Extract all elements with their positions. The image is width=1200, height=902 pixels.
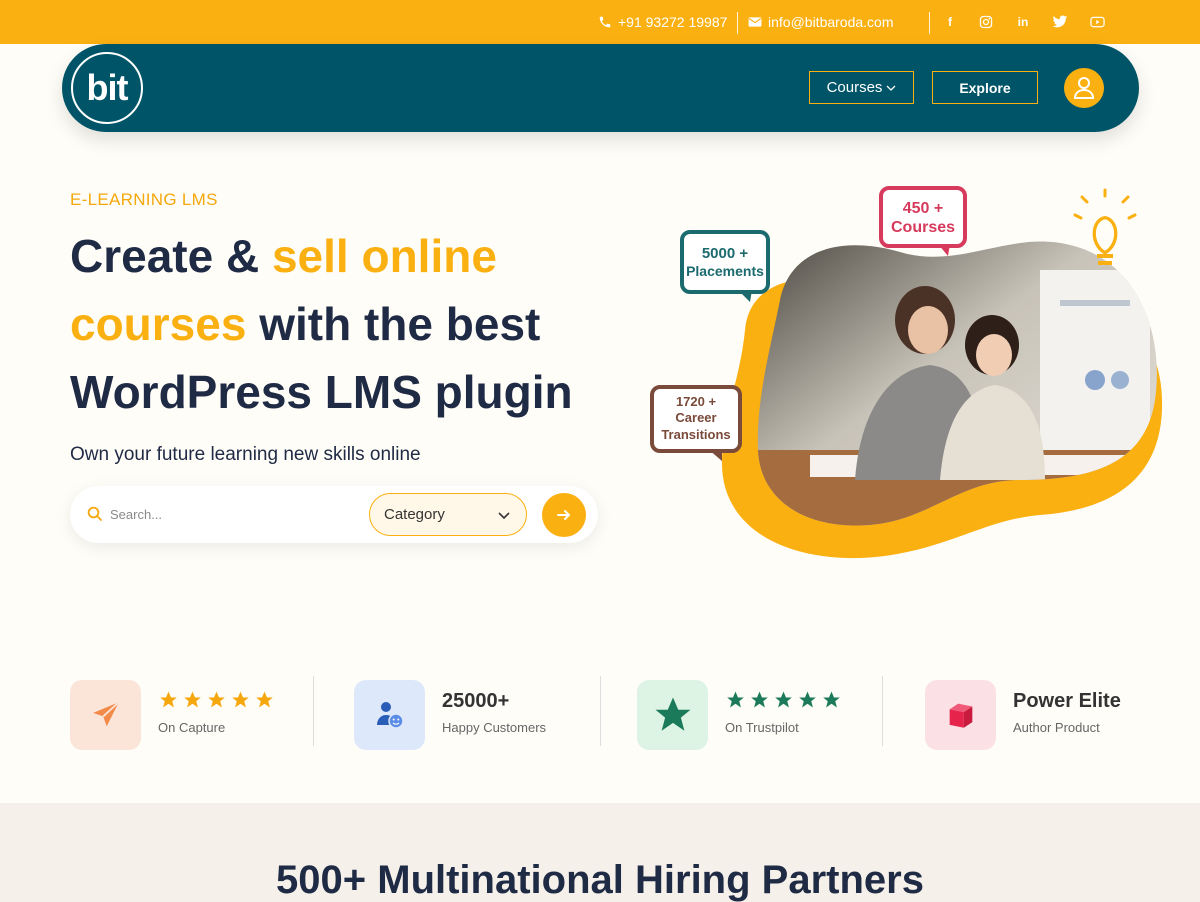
mail-icon: [748, 17, 762, 27]
stat-title: Power Elite: [1013, 690, 1121, 712]
chevron-down-icon: [886, 85, 896, 91]
logo-text: bit: [86, 67, 129, 108]
partners-title: 500+ Multinational Hiring Partners: [276, 858, 924, 902]
explore-label: Explore: [959, 79, 1011, 96]
star-icon: [799, 691, 816, 708]
user-account-button[interactable]: [1064, 68, 1104, 108]
star-icon: [727, 691, 744, 708]
phone-text: +91 93272 19987: [618, 14, 728, 30]
courses-label: Courses: [891, 219, 955, 236]
bit-logo[interactable]: bit: [71, 52, 143, 124]
star-icon: [184, 691, 201, 708]
star-icon: [232, 691, 249, 708]
career-transitions-badge: 1720 + Career Transitions: [650, 385, 742, 461]
search-input[interactable]: [110, 500, 360, 528]
stat-title: 25000+: [442, 690, 510, 712]
youtube-icon[interactable]: [1089, 14, 1105, 30]
hero-subline: Own your future learning new skills onli…: [70, 444, 421, 465]
transitions-value: 1720 +: [676, 394, 717, 409]
twitter-icon[interactable]: [1052, 14, 1068, 30]
stat-subtitle: Author Product: [1013, 720, 1100, 735]
hero-headline: Create & sell online courses with the be…: [70, 222, 630, 426]
divider: [737, 12, 738, 34]
email-text: info@bitbaroda.com: [768, 14, 894, 30]
courses-value: 450 +: [903, 200, 943, 217]
divider: [313, 676, 314, 746]
email-link[interactable]: info@bitbaroda.com: [748, 0, 894, 44]
chevron-down-icon: [498, 512, 510, 520]
placements-badge: 5000 + Placements: [680, 230, 770, 302]
arrow-right-icon: [557, 510, 571, 520]
hero-illustration: 5000 + Placements 450 + Courses 1720 + C…: [650, 186, 1163, 559]
user-icon: [1073, 77, 1095, 99]
box-icon: [925, 680, 996, 750]
placements-value: 5000 +: [702, 245, 749, 262]
divider: [929, 12, 930, 34]
courses-dropdown-button[interactable]: Courses: [809, 71, 914, 104]
category-select[interactable]: Category: [369, 493, 527, 536]
course-search-bar: Category: [70, 486, 598, 543]
hero-eyebrow: E-LEARNING LMS: [70, 190, 218, 209]
star-icon: [775, 691, 792, 708]
transitions-label-1: Career: [675, 410, 716, 425]
star-icon: [160, 691, 177, 708]
linkedin-icon[interactable]: in: [1015, 14, 1031, 30]
search-icon: [87, 506, 102, 521]
courses-badge: 450 + Courses: [879, 186, 967, 256]
transitions-label-2: Transitions: [661, 427, 730, 442]
stat-subtitle: On Trustpilot: [725, 720, 799, 735]
phone-icon: [599, 16, 611, 28]
divider: [882, 676, 883, 746]
category-label: Category: [384, 506, 445, 523]
placements-label: Placements: [686, 263, 764, 279]
trustpilot-star-icon: [637, 680, 708, 750]
rating-stars: [725, 690, 842, 710]
stat-subtitle: On Capture: [158, 720, 226, 735]
explore-button[interactable]: Explore: [932, 71, 1038, 104]
star-icon: [823, 691, 840, 708]
star-icon: [256, 691, 273, 708]
headline-part1: Create &: [70, 230, 272, 282]
star-icon: [208, 691, 225, 708]
paper-plane-icon: [70, 680, 141, 750]
stat-subtitle: Happy Customers: [442, 720, 547, 735]
rating-stars: [158, 690, 275, 710]
instagram-icon[interactable]: [978, 14, 994, 30]
courses-label: Courses: [826, 79, 883, 96]
star-icon: [751, 691, 768, 708]
users-icon: [354, 680, 425, 750]
facebook-icon[interactable]: f: [942, 14, 958, 30]
search-submit-button[interactable]: [542, 493, 586, 537]
divider: [600, 676, 601, 746]
phone-link[interactable]: +91 93272 19987: [598, 0, 727, 44]
